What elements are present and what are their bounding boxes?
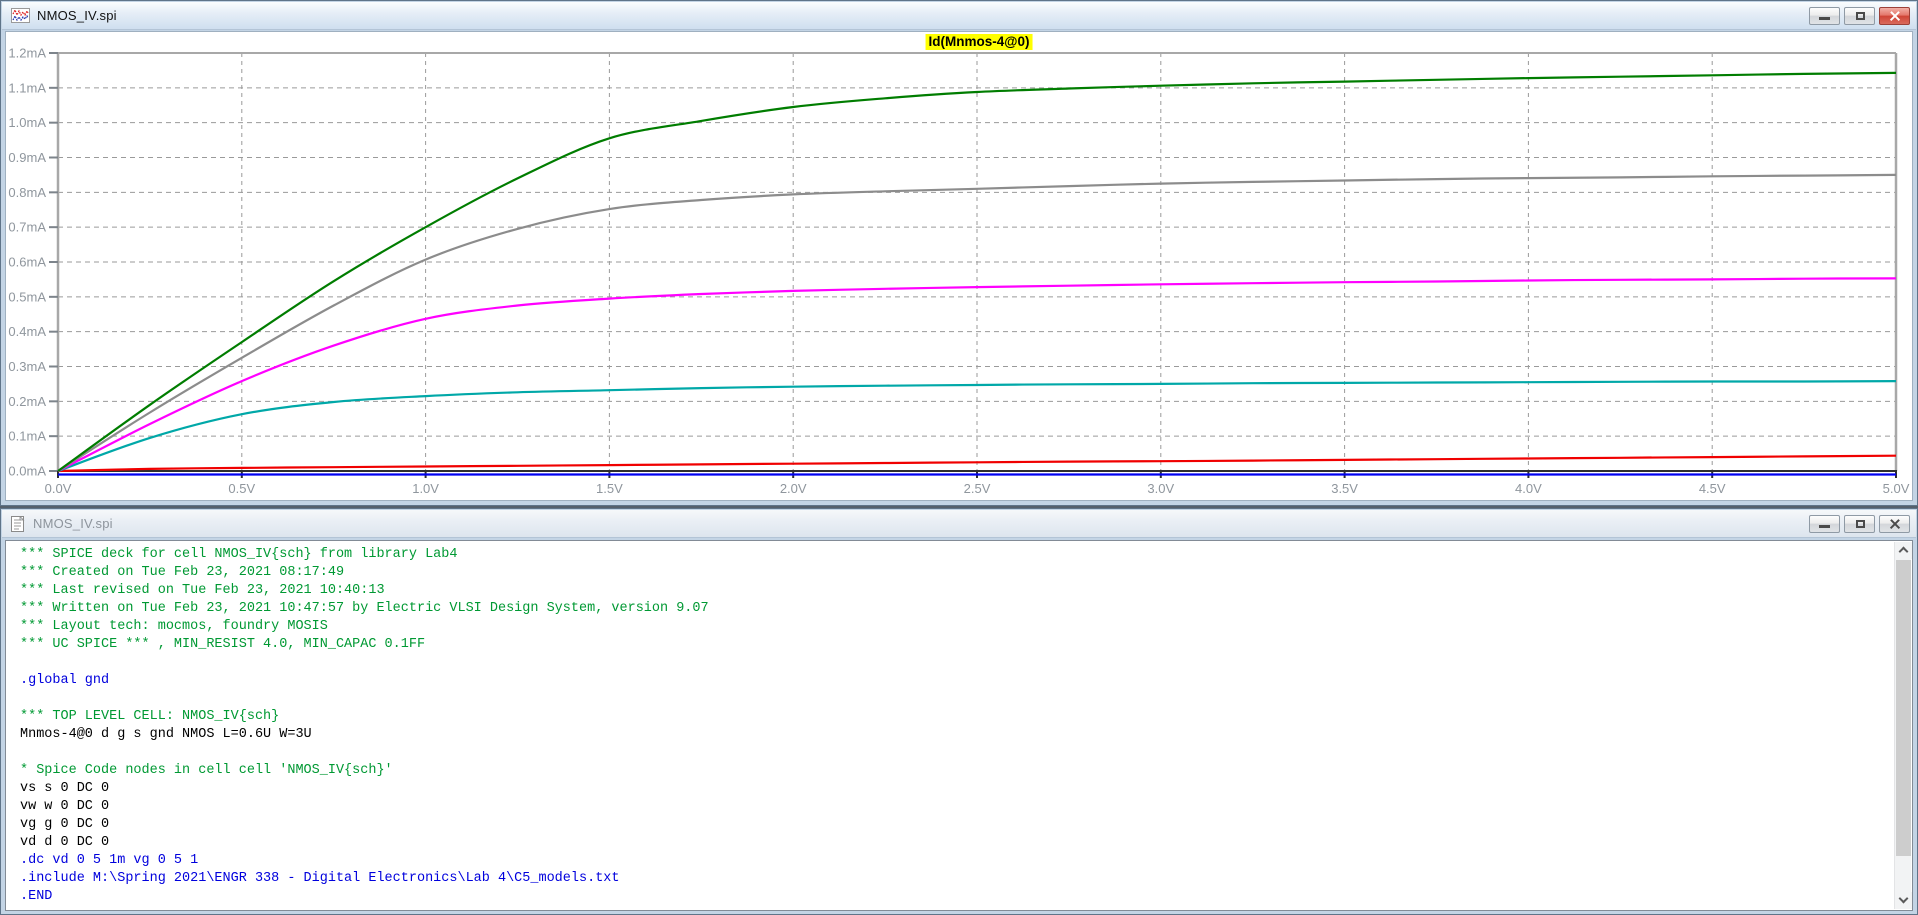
minimize-icon [1819,17,1830,20]
code-line: *** Last revised on Tue Feb 23, 2021 10:… [20,582,1887,600]
restore-button[interactable] [1844,7,1875,25]
code-line: .include M:\Spring 2021\ENGR 338 - Digit… [20,870,1887,888]
close-button[interactable] [1879,7,1910,25]
code-line [20,654,1887,672]
code-line: vw w 0 DC 0 [20,798,1887,816]
code-line: *** Layout tech: mocmos, foundry MOSIS [20,618,1887,636]
code-line: vs s 0 DC 0 [20,780,1887,798]
x-tick-label: 0.0V [45,481,72,496]
trace-legend[interactable]: Id(Mnmos-4@0) [926,34,1033,50]
code-line: *** SPICE deck for cell NMOS_IV{sch} fro… [20,546,1887,564]
y-tick-label: 0.4mA [8,324,46,339]
waveform-window-titlebar[interactable]: NMOS_IV.spi [2,2,1916,30]
code-line: * Spice Code nodes in cell cell 'NMOS_IV… [20,762,1887,780]
scrollbar-thumb[interactable] [1896,560,1911,856]
code-line: *** Written on Tue Feb 23, 2021 10:47:57… [20,600,1887,618]
code-line: vg g 0 DC 0 [20,816,1887,834]
y-tick-label: 0.8mA [8,185,46,200]
x-tick-label: 0.5V [228,481,255,496]
y-tick-label: 0.1mA [8,429,46,444]
window-title: NMOS_IV.spi [33,516,113,531]
netlist-code[interactable]: *** SPICE deck for cell NMOS_IV{sch} fro… [7,542,1911,909]
minimize-icon [1819,525,1830,528]
x-tick-label: 4.5V [1699,481,1726,496]
netlist-window-titlebar[interactable]: NMOS_IV.spi [2,510,1916,538]
waveform-icon [11,8,30,23]
y-tick-label: 0.5mA [8,289,46,304]
code-line: *** Created on Tue Feb 23, 2021 08:17:49 [20,564,1887,582]
document-icon [11,516,26,532]
chevron-up-icon [1899,547,1909,557]
y-tick-label: 0.3mA [8,359,46,374]
code-line: .dc vd 0 5 1m vg 0 5 1 [20,852,1887,870]
restore-icon [1856,520,1865,528]
minimize-button[interactable] [1809,515,1840,533]
x-tick-label: 4.0V [1515,481,1542,496]
code-line: .global gnd [20,672,1887,690]
x-tick-label: 1.5V [596,481,623,496]
x-tick-label: 5.0V [1883,481,1910,496]
y-tick-label: 0.7mA [8,220,46,235]
vertical-scrollbar[interactable] [1894,542,1911,909]
waveform-window: NMOS_IV.spi 1.2mA 1.1mA 1.0mA 0.9mA 0.8mA 0.7… [0,0,1918,506]
x-tick-label: 3.0V [1147,481,1174,496]
iv-curve-vg4 [58,175,1896,471]
y-tick-label: 1.0mA [8,115,46,130]
netlist-window: NMOS_IV.spi *** SPICE deck for cell NMOS… [0,508,1918,915]
minimize-button[interactable] [1809,7,1840,25]
code-line [20,744,1887,762]
chevron-down-icon [1899,894,1909,904]
scroll-up-button[interactable] [1895,542,1912,559]
code-line: vd d 0 DC 0 [20,834,1887,852]
y-tick-label: 1.1mA [8,80,46,95]
close-button[interactable] [1879,515,1910,533]
restore-icon [1856,12,1865,20]
iv-curve-vg1 [58,456,1896,471]
y-tick-label: 0.6mA [8,255,46,270]
scroll-down-button[interactable] [1895,892,1912,909]
restore-button[interactable] [1844,515,1875,533]
x-tick-label: 2.5V [964,481,991,496]
y-tick-label: 0.9mA [8,150,46,165]
netlist-editor-pane: *** SPICE deck for cell NMOS_IV{sch} fro… [5,540,1913,911]
x-tick-label: 2.0V [780,481,807,496]
iv-curves-chart: 1.2mA 1.1mA 1.0mA 0.9mA 0.8mA 0.7mA 0.6mA 0.5mA… [6,32,1914,502]
code-line [20,690,1887,708]
code-line: .END [20,888,1887,906]
code-line: *** UC SPICE *** , MIN_RESIST 4.0, MIN_C… [20,636,1887,654]
y-tick-label: 0.0mA [8,464,46,479]
window-title: NMOS_IV.spi [37,8,117,23]
x-tick-label: 3.5V [1331,481,1358,496]
x-tick-label: 1.0V [412,481,439,496]
y-tick-label: 0.2mA [8,394,46,409]
code-line: Mnmos-4@0 d g s gnd NMOS L=0.6U W=3U [20,726,1887,744]
code-line: *** TOP LEVEL CELL: NMOS_IV{sch} [20,708,1887,726]
waveform-pane[interactable]: 1.2mA 1.1mA 1.0mA 0.9mA 0.8mA 0.7mA 0.6mA 0.5mA… [5,31,1913,501]
y-tick-label: 1.2mA [8,46,46,61]
